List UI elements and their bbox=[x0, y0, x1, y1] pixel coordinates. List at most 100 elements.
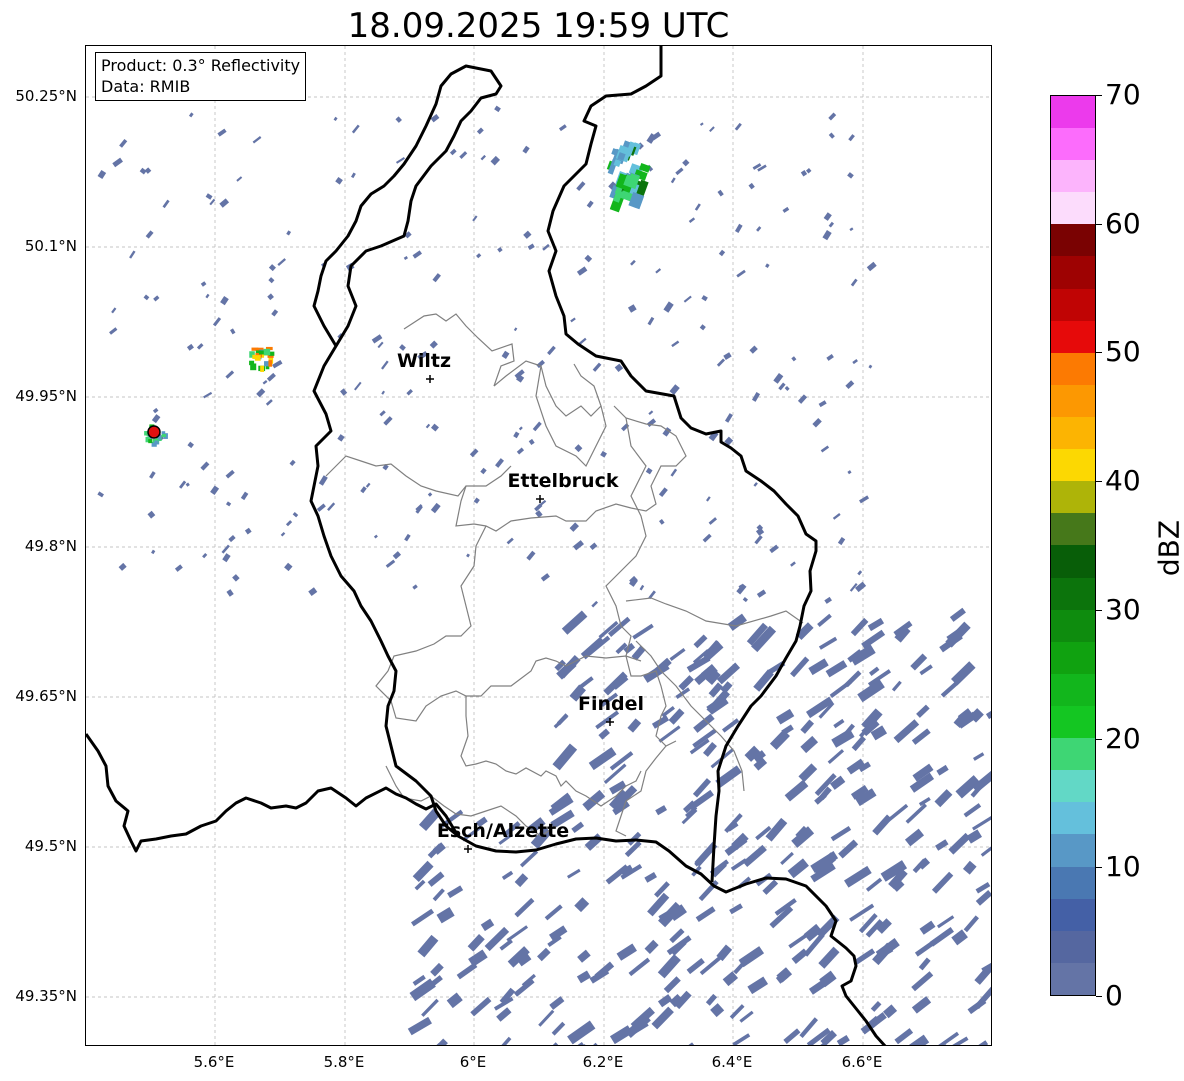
radar-echo bbox=[220, 296, 229, 306]
radar-echo bbox=[449, 148, 457, 156]
colorbar-segment bbox=[1051, 449, 1095, 482]
radar-echo bbox=[911, 971, 934, 992]
radar-echo bbox=[985, 704, 991, 720]
radar-echo bbox=[800, 719, 815, 734]
radar-echo bbox=[161, 434, 166, 438]
radar-echo bbox=[798, 763, 818, 783]
radar-echo bbox=[153, 295, 160, 302]
radar-echo bbox=[966, 829, 982, 844]
radar-echo bbox=[717, 189, 724, 197]
radar-echo bbox=[822, 230, 832, 241]
radar-echo bbox=[446, 992, 463, 1009]
colorbar-segment bbox=[1051, 930, 1095, 963]
radar-echo bbox=[379, 410, 386, 417]
radar-echo bbox=[267, 293, 274, 301]
lon-label: 5.6°E bbox=[193, 1053, 235, 1071]
radar-echo bbox=[753, 482, 758, 487]
radar-echo bbox=[817, 613, 832, 627]
radar-echo bbox=[256, 388, 266, 398]
colorbar-tick bbox=[1096, 352, 1102, 354]
radar-echo bbox=[844, 865, 872, 888]
radar-echo bbox=[584, 833, 603, 851]
radar-echo bbox=[693, 713, 715, 733]
radar-echo bbox=[782, 206, 790, 213]
radar-echo bbox=[729, 1004, 745, 1020]
radar-echo bbox=[210, 485, 220, 496]
radar-echo bbox=[265, 399, 273, 406]
radar-echo bbox=[580, 636, 605, 660]
radar-echo bbox=[818, 400, 827, 408]
radar-echo bbox=[149, 471, 156, 479]
lat-label: 50.1°N bbox=[24, 237, 77, 255]
colorbar-tick bbox=[1096, 481, 1102, 483]
radar-echo bbox=[576, 266, 588, 276]
radar-echo bbox=[855, 581, 867, 593]
radar-echo bbox=[97, 169, 107, 180]
radar-echo bbox=[931, 871, 954, 894]
radar-echo bbox=[848, 134, 855, 142]
radar-echo bbox=[354, 381, 362, 391]
radar-echo bbox=[221, 544, 230, 554]
radar-echo bbox=[280, 531, 286, 537]
radar-echo bbox=[791, 356, 797, 362]
radar-echo bbox=[513, 327, 518, 332]
radar-echo bbox=[688, 217, 696, 224]
radar-echo bbox=[827, 749, 845, 765]
radar-echo bbox=[564, 1041, 587, 1045]
lat-label: 49.95°N bbox=[15, 387, 77, 405]
radar-echo bbox=[823, 212, 832, 221]
radar-echo bbox=[205, 293, 210, 299]
radar-echo bbox=[914, 938, 938, 957]
radar-echo bbox=[847, 172, 854, 179]
radar-echo bbox=[225, 370, 235, 379]
radar-echo bbox=[756, 589, 767, 598]
radar-echo bbox=[340, 388, 348, 396]
radar-echo bbox=[963, 803, 982, 818]
radar-echo bbox=[499, 938, 513, 951]
radar-echo bbox=[186, 343, 194, 351]
radar-echo bbox=[383, 416, 393, 426]
colorbar-segment bbox=[1051, 834, 1095, 867]
radar-echo bbox=[698, 879, 719, 902]
radar-echo bbox=[708, 517, 718, 525]
radar-echo bbox=[476, 127, 484, 135]
radar-echo bbox=[658, 487, 668, 498]
radar-echo bbox=[916, 704, 930, 718]
colorbar-tick-label: 60 bbox=[1105, 206, 1141, 240]
radar-echo bbox=[143, 294, 150, 301]
radar-echo bbox=[532, 421, 542, 432]
lon-label: 6.6°E bbox=[841, 1053, 883, 1071]
radar-echo bbox=[333, 116, 338, 122]
radar-echo bbox=[225, 469, 235, 479]
radar-echo bbox=[695, 906, 716, 923]
colorbar-segment bbox=[1051, 802, 1095, 835]
radar-echo bbox=[754, 535, 763, 545]
radar-echo bbox=[609, 1025, 633, 1045]
colorbar-segment bbox=[1051, 160, 1095, 193]
colorbar-segment bbox=[1051, 577, 1095, 610]
radar-echo bbox=[644, 872, 657, 883]
city-label-ettelbruck: Ettelbruck bbox=[507, 470, 619, 492]
radar-echo bbox=[849, 227, 854, 232]
colorbar-segment bbox=[1051, 384, 1095, 418]
radar-echo bbox=[466, 553, 470, 558]
radar-echo bbox=[430, 962, 444, 977]
radar-echo bbox=[154, 440, 158, 445]
radar-echo bbox=[780, 851, 794, 866]
radar-echo bbox=[800, 170, 808, 177]
radar-echo bbox=[228, 535, 236, 543]
radar-echo bbox=[699, 955, 723, 976]
city-label-wiltz: Wiltz bbox=[396, 350, 452, 372]
radar-echo bbox=[852, 358, 858, 365]
radar-echo bbox=[773, 372, 784, 384]
radar-echo bbox=[569, 522, 579, 532]
radar-echo bbox=[327, 502, 336, 512]
radar-echo bbox=[151, 549, 156, 555]
radar-echo bbox=[816, 914, 840, 939]
lat-label: 49.5°N bbox=[24, 837, 77, 855]
radar-echo bbox=[480, 918, 495, 932]
radar-echo bbox=[516, 447, 525, 455]
radar-echo bbox=[742, 844, 767, 867]
radar-echo bbox=[427, 492, 433, 497]
radar-echo bbox=[639, 584, 645, 591]
